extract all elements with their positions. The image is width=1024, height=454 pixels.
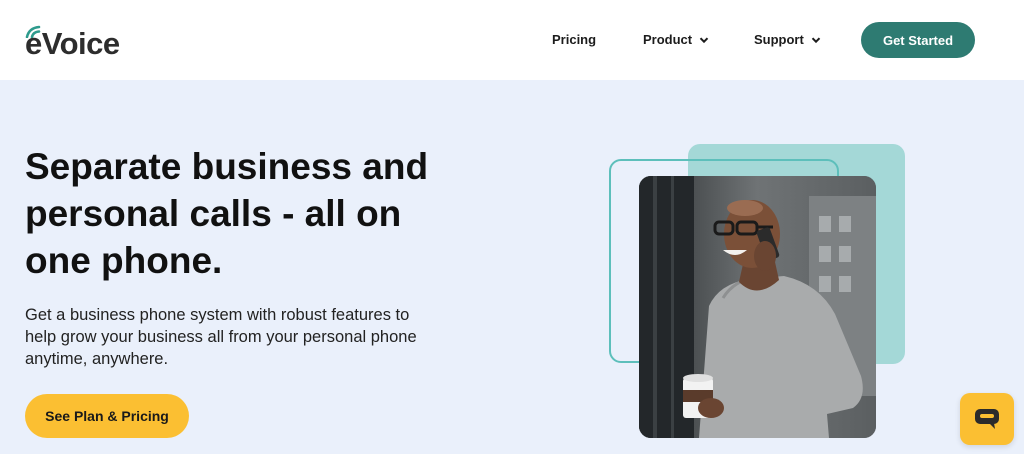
nav-support[interactable]: Support <box>754 32 821 47</box>
evoice-logo[interactable]: eVoice <box>25 22 120 62</box>
nav-product-label: Product <box>643 32 693 47</box>
nav-product[interactable]: Product <box>643 32 709 47</box>
chevron-down-icon <box>811 36 821 43</box>
chat-button[interactable] <box>960 393 1014 445</box>
hero-title: Separate business and personal calls - a… <box>25 146 429 281</box>
signal-waves-icon <box>25 25 41 38</box>
hero-subtitle: Get a business phone system with robust … <box>25 306 417 368</box>
see-plan-pricing-button[interactable]: See Plan & Pricing <box>25 394 189 438</box>
chat-bubble-icon <box>975 409 999 429</box>
nav-pricing[interactable]: Pricing <box>552 32 596 47</box>
nav-support-label: Support <box>754 32 804 47</box>
man-on-phone-photo <box>639 176 876 438</box>
get-started-button[interactable]: Get Started <box>861 22 975 58</box>
nav-pricing-label: Pricing <box>552 32 597 47</box>
chevron-down-icon <box>699 36 709 43</box>
photo-illustration <box>639 176 876 438</box>
site-header: eVoice Pricing Product Support Get Start… <box>0 0 1024 80</box>
